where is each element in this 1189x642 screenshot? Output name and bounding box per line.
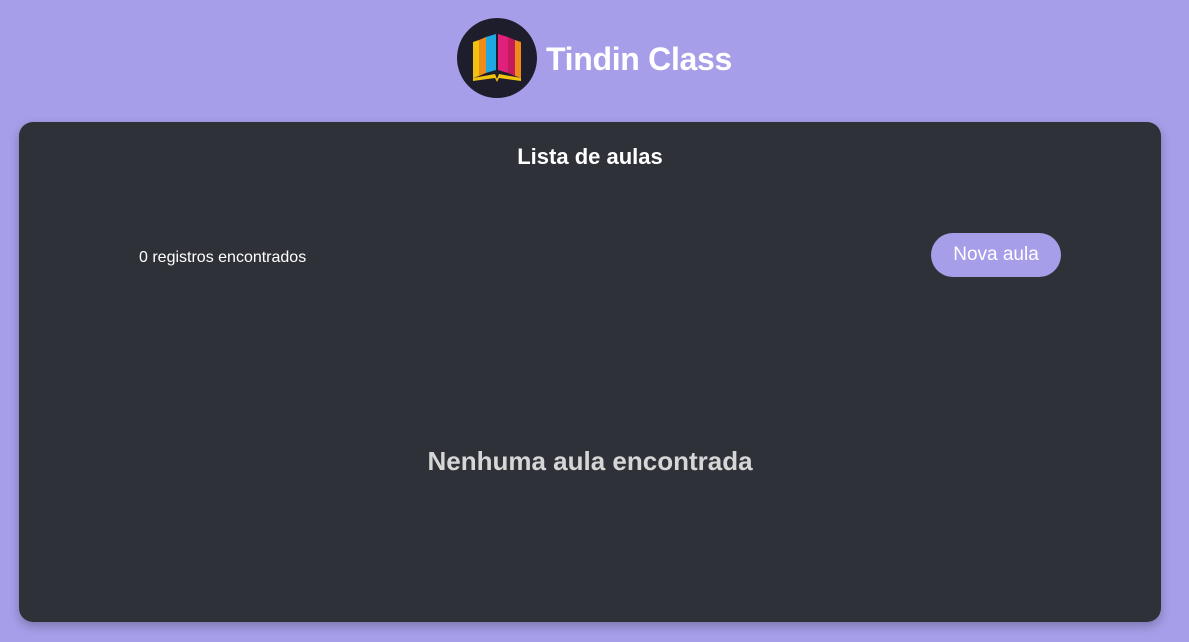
- logo: [456, 18, 537, 98]
- empty-state-message: Nenhuma aula encontrada: [427, 446, 753, 476]
- new-lesson-button[interactable]: Nova aula: [931, 233, 1061, 277]
- app-header: Tindin Class: [0, 18, 1189, 98]
- records-count: 0 registros encontrados: [139, 249, 307, 266]
- lessons-card: Lista de aulas 0 registros encontrados N…: [19, 122, 1161, 622]
- open-book-icon: [472, 34, 521, 82]
- app-title: Tindin Class: [545, 40, 733, 77]
- page-title: Lista de aulas: [517, 144, 663, 169]
